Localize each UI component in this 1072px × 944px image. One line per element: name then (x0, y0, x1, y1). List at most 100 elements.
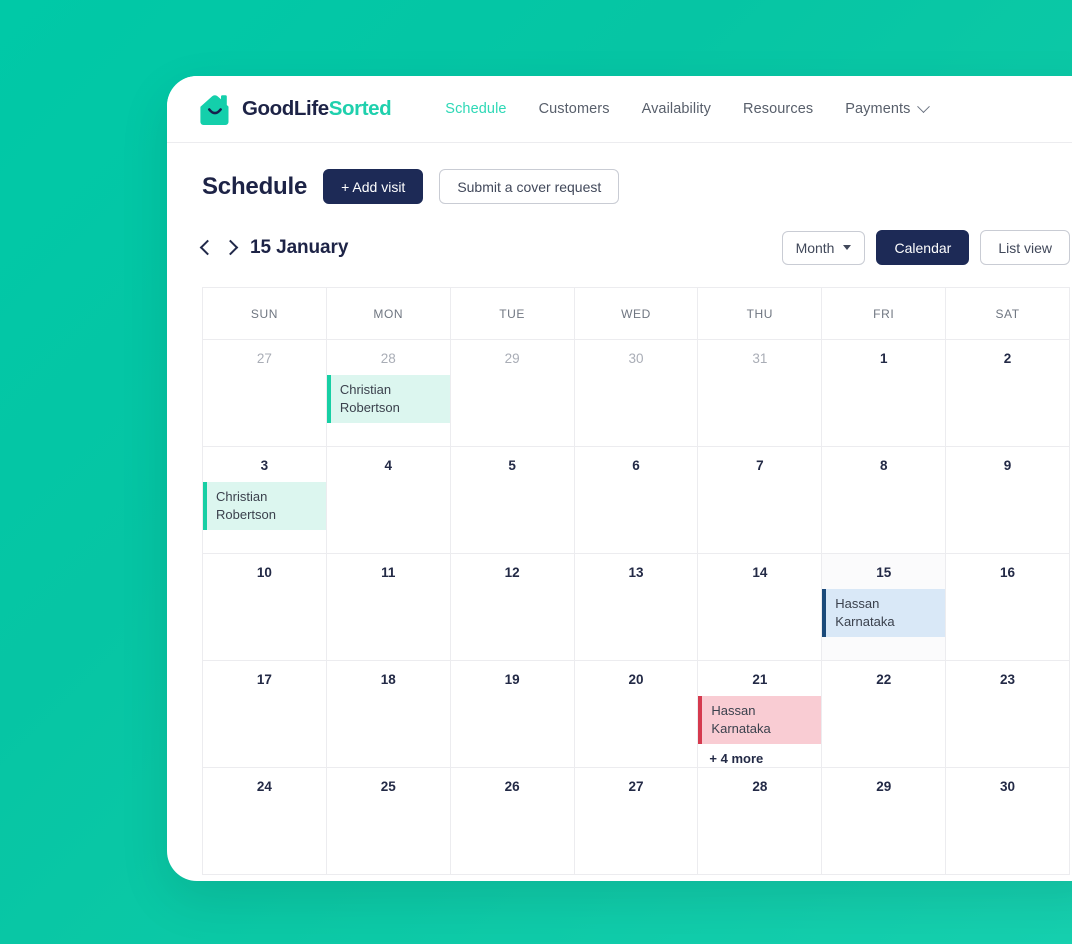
calendar-day-cell[interactable]: 28 Christian Robertson (326, 340, 451, 447)
calendar-day-cell[interactable]: 16 (946, 554, 1070, 661)
day-number: 31 (752, 351, 768, 366)
calendar-day-cell[interactable]: 29 (450, 340, 575, 447)
day-number: 8 (879, 458, 888, 473)
calendar-container: SUN MON TUE WED THU FRI SAT 27 28 Christian Rober… (167, 265, 1072, 875)
calendar-day-cell[interactable]: 11 (326, 554, 451, 661)
day-number: 11 (381, 565, 396, 580)
day-of-week-header: THU (698, 288, 823, 340)
top-navigation-bar: GoodLifeSorted Schedule Customers Availa… (167, 76, 1072, 143)
calendar-day-cell[interactable]: 13 (574, 554, 699, 661)
nav-links: Schedule Customers Availability Resource… (429, 99, 943, 117)
nav-item-schedule[interactable]: Schedule (429, 101, 522, 117)
calendar-day-cell[interactable]: 10 (203, 554, 327, 661)
add-visit-button[interactable]: + Add visit (323, 169, 424, 204)
calendar-event-chip[interactable]: Christian Robertson (203, 482, 326, 531)
day-number: 23 (1000, 672, 1016, 687)
calendar-day-cell[interactable]: 30 (946, 768, 1070, 875)
month-range-select[interactable]: Month (781, 230, 866, 265)
day-number: 20 (628, 672, 644, 687)
day-number: 17 (256, 672, 272, 687)
calendar-day-cell[interactable]: 23 (946, 661, 1070, 768)
nav-item-customers[interactable]: Customers (523, 101, 626, 117)
calendar-day-cell[interactable]: 7 (698, 447, 823, 554)
view-controls: Month Calendar List view (781, 230, 1070, 265)
day-of-week-header: SAT (946, 288, 1070, 340)
day-number: 9 (1003, 458, 1012, 473)
day-of-week-header: TUE (450, 288, 575, 340)
current-date-label: 15 January (250, 236, 349, 258)
calendar-event-chip[interactable]: Hassan Karnataka (698, 696, 822, 745)
nav-label: Schedule (445, 101, 507, 117)
calendar-day-cell[interactable]: 14 (698, 554, 823, 661)
calendar-day-cell[interactable]: 22 (822, 661, 947, 768)
day-number: 10 (256, 565, 272, 580)
day-number: 3 (260, 458, 269, 473)
calendar-day-cell[interactable]: 27 (574, 768, 699, 875)
calendar-toolbar: 15 January Month Calendar List view (167, 204, 1072, 265)
calendar-day-cell[interactable]: 19 (450, 661, 575, 768)
day-number: 2 (1003, 351, 1012, 366)
calendar-day-cell[interactable]: 20 (574, 661, 699, 768)
calendar-day-cell[interactable]: 9 (946, 447, 1070, 554)
chevron-down-icon (916, 99, 930, 113)
day-number: 30 (628, 351, 644, 366)
day-number: 12 (504, 565, 520, 580)
calendar-day-cell[interactable]: 27 (203, 340, 327, 447)
calendar-day-cell[interactable]: 12 (450, 554, 575, 661)
calendar-day-cell[interactable]: 3 Christian Robertson (203, 447, 327, 554)
calendar-day-cell[interactable]: 8 (822, 447, 947, 554)
calendar-day-cell[interactable]: 5 (450, 447, 575, 554)
nav-label: Availability (641, 101, 712, 117)
day-of-week-header: FRI (822, 288, 947, 340)
chevron-right-icon[interactable] (222, 239, 239, 256)
nav-label: Resources (743, 101, 814, 117)
day-number: 30 (1000, 779, 1016, 794)
nav-label: Customers (538, 101, 610, 117)
calendar-day-cell[interactable]: 29 (822, 768, 947, 875)
day-number: 6 (632, 458, 640, 473)
calendar-day-cell[interactable]: 18 (326, 661, 451, 768)
app-card: GoodLifeSorted Schedule Customers Availa… (167, 76, 1072, 881)
day-number: 1 (879, 351, 888, 366)
day-of-week-header: MON (326, 288, 451, 340)
more-events-link[interactable]: + 4 more (698, 744, 821, 766)
nav-item-availability[interactable]: Availability (626, 101, 727, 117)
calendar-day-cell[interactable]: 26 (450, 768, 575, 875)
day-number: 19 (504, 672, 520, 687)
house-smile-icon (200, 95, 229, 125)
chevron-left-icon[interactable] (199, 239, 216, 256)
day-number: 29 (504, 351, 520, 366)
day-number: 24 (256, 779, 272, 794)
calendar-event-chip[interactable]: Hassan Karnataka (822, 589, 946, 638)
calendar-event-chip[interactable]: Christian Robertson (326, 375, 450, 424)
calendar-day-cell[interactable]: 17 (203, 661, 327, 768)
nav-item-resources[interactable]: Resources (727, 101, 829, 117)
calendar-day-cell[interactable]: 28 (698, 768, 823, 875)
brand-logo[interactable]: GoodLifeSorted (197, 92, 392, 126)
calendar-day-cell[interactable]: 2 (946, 340, 1070, 447)
day-number: 18 (380, 672, 396, 687)
submit-cover-request-button[interactable]: Submit a cover request (439, 169, 620, 204)
day-number: 29 (876, 779, 892, 794)
day-of-week-header: WED (574, 288, 699, 340)
day-number: 14 (752, 565, 768, 580)
calendar-day-cell[interactable]: 4 (326, 447, 451, 554)
nav-item-payments[interactable]: Payments (829, 99, 943, 117)
day-number: 5 (508, 458, 516, 473)
calendar-view-button[interactable]: Calendar (876, 230, 970, 265)
day-of-week-header: SUN (203, 288, 327, 340)
calendar-day-cell[interactable]: 31 (698, 340, 823, 447)
brand-name-primary: GoodLife (242, 97, 329, 120)
calendar-day-cell[interactable]: 24 (203, 768, 327, 875)
page-header: Schedule + Add visit Submit a cover requ… (167, 143, 1072, 204)
list-view-button[interactable]: List view (980, 230, 1070, 265)
day-number: 13 (628, 565, 644, 580)
calendar-day-cell[interactable]: 1 (822, 340, 947, 447)
calendar-day-cell[interactable]: 6 (574, 447, 699, 554)
calendar-day-cell[interactable]: 15 Hassan Karnataka (822, 554, 947, 661)
brand-name-secondary: Sorted (328, 97, 392, 120)
calendar-day-cell[interactable]: 30 (574, 340, 699, 447)
day-number: 27 (256, 351, 272, 366)
calendar-day-cell[interactable]: 21 Hassan Karnataka + 4 more (698, 661, 823, 768)
calendar-day-cell[interactable]: 25 (326, 768, 451, 875)
